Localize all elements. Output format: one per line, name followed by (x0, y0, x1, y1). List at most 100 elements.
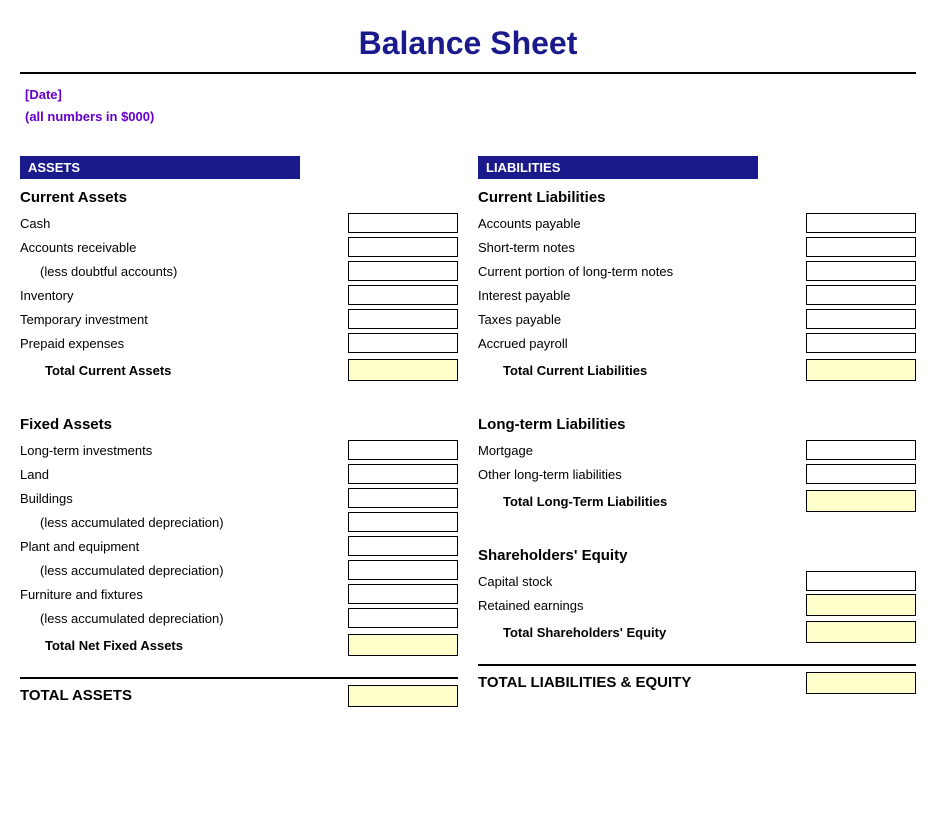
liabilities-column: LIABILITIES Current Liabilities Accounts… (478, 156, 916, 707)
accrued-payroll-label: Accrued payroll (478, 336, 806, 351)
subtitle-date: [Date] (20, 82, 916, 104)
list-item: (less accumulated depreciation) (20, 607, 458, 629)
less-doubtful-label: (less doubtful accounts) (20, 264, 348, 279)
total-fixed-assets-input[interactable] (348, 634, 458, 656)
less-accum-dep-furniture-input[interactable] (348, 608, 458, 628)
accounts-receivable-input[interactable] (348, 237, 458, 257)
list-item: (less accumulated depreciation) (20, 559, 458, 581)
list-item: (less accumulated depreciation) (20, 511, 458, 533)
assets-column: ASSETS Current Assets Cash Accounts rece… (20, 156, 458, 707)
total-liabilities-equity-label: TOTAL LIABILITIES & EQUITY (478, 674, 691, 691)
total-liabilities-equity-input[interactable] (806, 672, 916, 694)
buildings-label: Buildings (20, 491, 348, 506)
land-input[interactable] (348, 464, 458, 484)
temporary-investment-label: Temporary investment (20, 312, 348, 327)
total-assets-label: TOTAL ASSETS (20, 687, 132, 704)
longterm-investments-input[interactable] (348, 440, 458, 460)
buildings-input[interactable] (348, 488, 458, 508)
furniture-fixtures-label: Furniture and fixtures (20, 587, 348, 602)
current-assets-title: Current Assets (20, 189, 458, 206)
total-assets-input[interactable] (348, 685, 458, 707)
assets-header: ASSETS (20, 156, 300, 179)
longterm-liabilities-section: Long-term Liabilities Mortgage Other lon… (478, 416, 916, 513)
less-doubtful-input[interactable] (348, 261, 458, 281)
mortgage-label: Mortgage (478, 443, 806, 458)
total-current-liabilities-input[interactable] (806, 359, 916, 381)
list-item: Mortgage (478, 439, 916, 461)
total-equity-input[interactable] (806, 621, 916, 643)
cash-input[interactable] (348, 213, 458, 233)
mortgage-input[interactable] (806, 440, 916, 460)
list-item: Accounts receivable (20, 236, 458, 258)
cash-label: Cash (20, 216, 348, 231)
plant-equipment-label: Plant and equipment (20, 539, 348, 554)
list-item: Accounts payable (478, 212, 916, 234)
temporary-investment-input[interactable] (348, 309, 458, 329)
less-accum-dep-buildings-label: (less accumulated depreciation) (20, 515, 348, 530)
inventory-input[interactable] (348, 285, 458, 305)
current-portion-longterm-input[interactable] (806, 261, 916, 281)
current-portion-longterm-label: Current portion of long-term notes (478, 264, 806, 279)
total-liabilities-equity-section: TOTAL LIABILITIES & EQUITY (478, 664, 916, 694)
total-current-liabilities-label: Total Current Liabilities (478, 363, 806, 378)
list-item: Inventory (20, 284, 458, 306)
total-longterm-liabilities-row: Total Long-Term Liabilities (478, 489, 916, 513)
prepaid-expenses-label: Prepaid expenses (20, 336, 348, 351)
short-term-notes-label: Short-term notes (478, 240, 806, 255)
list-item: Other long-term liabilities (478, 463, 916, 485)
list-item: Long-term investments (20, 439, 458, 461)
equity-title: Shareholders' Equity (478, 547, 916, 564)
total-current-assets-input[interactable] (348, 359, 458, 381)
list-item: Accrued payroll (478, 332, 916, 354)
current-liabilities-section: Current Liabilities Accounts payable Sho… (478, 189, 916, 382)
total-fixed-assets-label: Total Net Fixed Assets (20, 638, 348, 653)
list-item: Retained earnings (478, 594, 916, 616)
prepaid-expenses-input[interactable] (348, 333, 458, 353)
accounts-receivable-label: Accounts receivable (20, 240, 348, 255)
total-current-assets-row: Total Current Assets (20, 358, 458, 382)
retained-earnings-label: Retained earnings (478, 598, 806, 613)
list-item: Land (20, 463, 458, 485)
taxes-payable-label: Taxes payable (478, 312, 806, 327)
list-item: Current portion of long-term notes (478, 260, 916, 282)
accounts-payable-label: Accounts payable (478, 216, 806, 231)
list-item: Temporary investment (20, 308, 458, 330)
capital-stock-input[interactable] (806, 571, 916, 591)
furniture-fixtures-input[interactable] (348, 584, 458, 604)
total-fixed-assets-row: Total Net Fixed Assets (20, 633, 458, 657)
longterm-investments-label: Long-term investments (20, 443, 348, 458)
land-label: Land (20, 467, 348, 482)
plant-equipment-input[interactable] (348, 536, 458, 556)
list-item: Short-term notes (478, 236, 916, 258)
other-longterm-label: Other long-term liabilities (478, 467, 806, 482)
short-term-notes-input[interactable] (806, 237, 916, 257)
list-item: Furniture and fixtures (20, 583, 458, 605)
total-longterm-liabilities-input[interactable] (806, 490, 916, 512)
capital-stock-label: Capital stock (478, 574, 806, 589)
subtitle-numbers: (all numbers in $000) (20, 104, 916, 126)
interest-payable-input[interactable] (806, 285, 916, 305)
accounts-payable-input[interactable] (806, 213, 916, 233)
fixed-assets-section: Fixed Assets Long-term investments Land … (20, 416, 458, 657)
list-item: Cash (20, 212, 458, 234)
current-assets-section: Current Assets Cash Accounts receivable … (20, 189, 458, 382)
list-item: Interest payable (478, 284, 916, 306)
current-liabilities-title: Current Liabilities (478, 189, 916, 206)
equity-section: Shareholders' Equity Capital stock Retai… (478, 547, 916, 644)
total-current-assets-label: Total Current Assets (20, 363, 348, 378)
accrued-payroll-input[interactable] (806, 333, 916, 353)
liabilities-header: LIABILITIES (478, 156, 758, 179)
other-longterm-input[interactable] (806, 464, 916, 484)
longterm-liabilities-title: Long-term Liabilities (478, 416, 916, 433)
list-item: Plant and equipment (20, 535, 458, 557)
total-equity-row: Total Shareholders' Equity (478, 620, 916, 644)
list-item: Buildings (20, 487, 458, 509)
list-item: Prepaid expenses (20, 332, 458, 354)
less-accum-dep-buildings-input[interactable] (348, 512, 458, 532)
less-accum-dep-plant-input[interactable] (348, 560, 458, 580)
less-accum-dep-plant-label: (less accumulated depreciation) (20, 563, 348, 578)
total-assets-section: TOTAL ASSETS (20, 677, 458, 707)
retained-earnings-input[interactable] (806, 594, 916, 616)
taxes-payable-input[interactable] (806, 309, 916, 329)
interest-payable-label: Interest payable (478, 288, 806, 303)
